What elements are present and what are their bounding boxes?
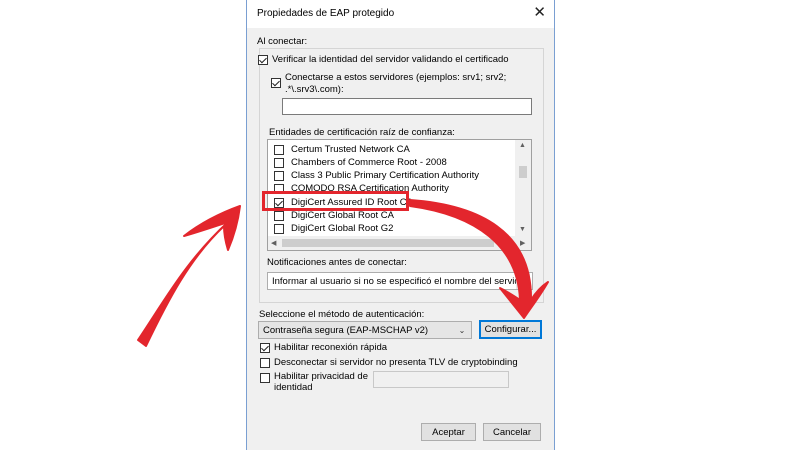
left-arrow-icon: [137, 205, 241, 347]
annotation-arrows: [137, 199, 549, 347]
right-arrow-icon: [409, 199, 549, 319]
